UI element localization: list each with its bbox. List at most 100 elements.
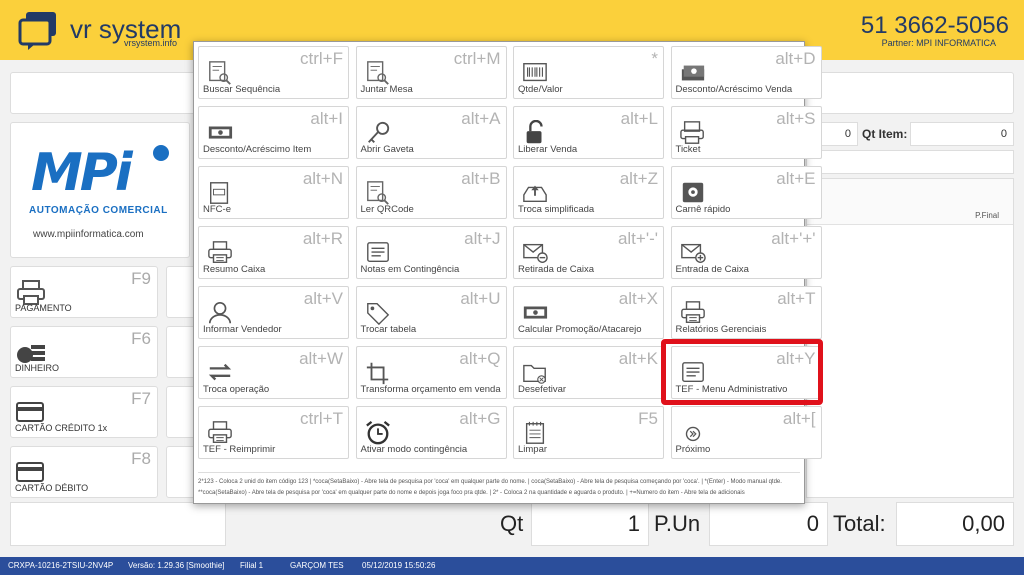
shortcut-tile[interactable]: alt+Q Transforma orçamento em venda (355, 346, 507, 399)
shortcut-key: alt+'+' (771, 229, 816, 248)
shortcut-label: Ler QRCode (360, 204, 414, 215)
shortcut-key: ctrl+F (300, 49, 343, 68)
shortcut-label: Carnê rápido (675, 204, 731, 215)
items-table-header: P.Final (807, 179, 1013, 225)
mail-minus-icon (523, 243, 548, 263)
help-line-2: **coca(SetaBaixo) - Abre tela de pesquis… (198, 490, 745, 496)
shortcut-tile[interactable]: alt+W Troca operação (198, 346, 349, 399)
credit-card-icon (16, 402, 44, 422)
shortcut-label: Trocar tabela (360, 324, 417, 335)
shortcut-key: alt+Z (619, 169, 658, 188)
printer-icon (680, 301, 705, 323)
shortcut-label: Desefetivar (518, 384, 567, 395)
tag-icon (366, 303, 389, 326)
qt-item-label: Qt Item: (862, 127, 908, 141)
shortcut-tile[interactable]: F5 Limpar (513, 406, 664, 459)
shortcut-menu-dialog: ctrl+F Buscar Sequência ctrl+M Juntar Mesa *… (193, 41, 822, 504)
shortcut-tile[interactable]: alt+R Resumo Caixa (198, 226, 349, 279)
shortcut-tile[interactable]: alt+U Trocar tabela (355, 286, 507, 339)
unit-price-value: 0 (709, 502, 828, 546)
shortcut-label: Abrir Gaveta (360, 144, 414, 155)
shortcut-tile[interactable]: alt+J Notas em Contingência (355, 226, 507, 279)
shortcut-tile[interactable]: alt+K Desefetivar (513, 346, 664, 399)
shortcut-tile[interactable]: * Qtde/Valor (513, 46, 664, 99)
shortcut-tile[interactable]: alt+B Ler QRCode (355, 166, 507, 219)
selection-highlight (661, 339, 823, 405)
shortcut-key: ctrl+M (453, 49, 501, 68)
safe-icon (682, 182, 703, 203)
shortcut-tile[interactable]: alt+D Desconto/Acréscimo Venda (670, 46, 822, 99)
help-text: 2*123 - Coloca 2 unid do item código 123… (198, 472, 800, 499)
shortcut-key: F5 (638, 409, 658, 428)
shortcut-label: Informar Vendedor (203, 324, 282, 335)
cash-button[interactable]: F6 DINHEIRO (10, 326, 158, 378)
payment-button[interactable]: F9 PAGAMENTO (10, 266, 158, 318)
shortcut-key: alt+J (464, 229, 501, 248)
status-bar: CRXPA-10216-2TSIU-2NV4P Versão: 1.29.36 … (0, 557, 1024, 575)
shortcut-key: alt+E (776, 169, 816, 188)
shortcut-tile[interactable]: alt+L Liberar Venda (513, 106, 664, 159)
shortcut-key: alt+'-' (617, 229, 658, 248)
mpi-tagline: AUTOMAÇÃO COMERCIAL (29, 205, 168, 216)
shortcut-tile[interactable]: alt+[Próximo (670, 406, 822, 459)
shortcut-tile[interactable]: alt+I Desconto/Acréscimo Item (198, 106, 349, 159)
total-value: 0,00 (896, 502, 1014, 546)
unlock-icon (526, 120, 543, 144)
shortcut-tile[interactable]: ctrl+F Buscar Sequência (198, 46, 349, 99)
shortcut-label: Relatórios Gerenciais (675, 324, 767, 335)
folder-x-icon (523, 364, 546, 384)
fkey-stub[interactable] (166, 446, 196, 498)
money-stack-icon (681, 65, 704, 81)
doc-search-icon (366, 181, 389, 205)
shortcut-key: alt+D (775, 49, 816, 68)
shortcut-tile[interactable]: alt+S Ticket (670, 106, 822, 159)
credit-card-button[interactable]: F7 CARTÃO CRÉDITO 1x (10, 386, 158, 438)
shortcut-label: Desconto/Acréscimo Item (203, 144, 312, 155)
shortcut-label: Transforma orçamento em venda (360, 384, 501, 395)
debit-card-button[interactable]: F8 CARTÃO DÉBITO (10, 446, 158, 498)
shortcut-tile[interactable]: alt+G Ativar modo contingência (355, 406, 507, 459)
printer-icon (17, 280, 45, 305)
shortcut-tile[interactable]: ctrl+M Juntar Mesa (355, 46, 507, 99)
datetime: 05/12/2019 15:50:26 (362, 561, 436, 570)
debit-card-icon (16, 462, 44, 482)
money-icon (208, 126, 233, 139)
partner-logo-panel: MPi AUTOMAÇÃO COMERCIAL www.mpiinformati… (10, 122, 190, 258)
user-name: GARÇOM TES (290, 561, 344, 570)
shortcut-key: alt+V (303, 289, 343, 308)
shortcut-tile[interactable]: alt+E Carnê rápido (670, 166, 822, 219)
shortcut-label: Retirada de Caixa (518, 264, 595, 275)
nfce-icon (210, 182, 229, 204)
shortcut-tile[interactable]: ctrl+T TEF - Reimprimir (198, 406, 349, 459)
items-table: P.Final (806, 178, 1014, 498)
shortcut-tile[interactable]: alt+X Calcular Promoção/Atacarejo (513, 286, 664, 339)
shortcut-label: Juntar Mesa (360, 84, 413, 95)
shortcut-label: Buscar Sequência (203, 84, 281, 95)
shortcut-tile[interactable]: alt+V Informar Vendedor (198, 286, 349, 339)
help-line-1: 2*123 - Coloca 2 unid do item código 123… (198, 479, 782, 485)
shortcut-label: Resumo Caixa (203, 264, 266, 275)
fkey-stub[interactable] (166, 386, 196, 438)
bottom-left-box (10, 502, 226, 546)
barcode-icon (523, 63, 547, 82)
shortcut-tile[interactable]: alt+N NFC-e (198, 166, 349, 219)
shortcut-label: Qtde/Valor (518, 84, 563, 95)
fkey-stub[interactable] (166, 326, 196, 378)
shortcut-tile[interactable]: alt+A Abrir Gaveta (355, 106, 507, 159)
fkey-label: F7 (131, 389, 151, 408)
shortcut-label: Entrada de Caixa (675, 264, 749, 275)
qt-item-value: 0 (910, 122, 1014, 146)
phone-number: 51 3662-5056 (860, 12, 1009, 39)
shortcut-tile[interactable]: alt+'+' Entrada de Caixa (670, 226, 822, 279)
shortcut-key: alt+T (777, 289, 816, 308)
shortcut-tile[interactable]: alt+Z Troca simplificada (513, 166, 664, 219)
shortcut-key: alt+I (310, 109, 343, 128)
total-label: Total: (833, 511, 886, 536)
shortcut-tile[interactable]: alt+'-' Retirada de Caixa (513, 226, 664, 279)
shortcut-tile[interactable]: alt+T Relatórios Gerenciais (670, 286, 822, 339)
shortcut-label: Ticket (675, 144, 701, 155)
notepad-icon (525, 421, 545, 444)
shortcut-key: alt+X (618, 289, 658, 308)
fkey-stub[interactable] (166, 266, 196, 318)
qt-label: Qt (500, 511, 524, 536)
